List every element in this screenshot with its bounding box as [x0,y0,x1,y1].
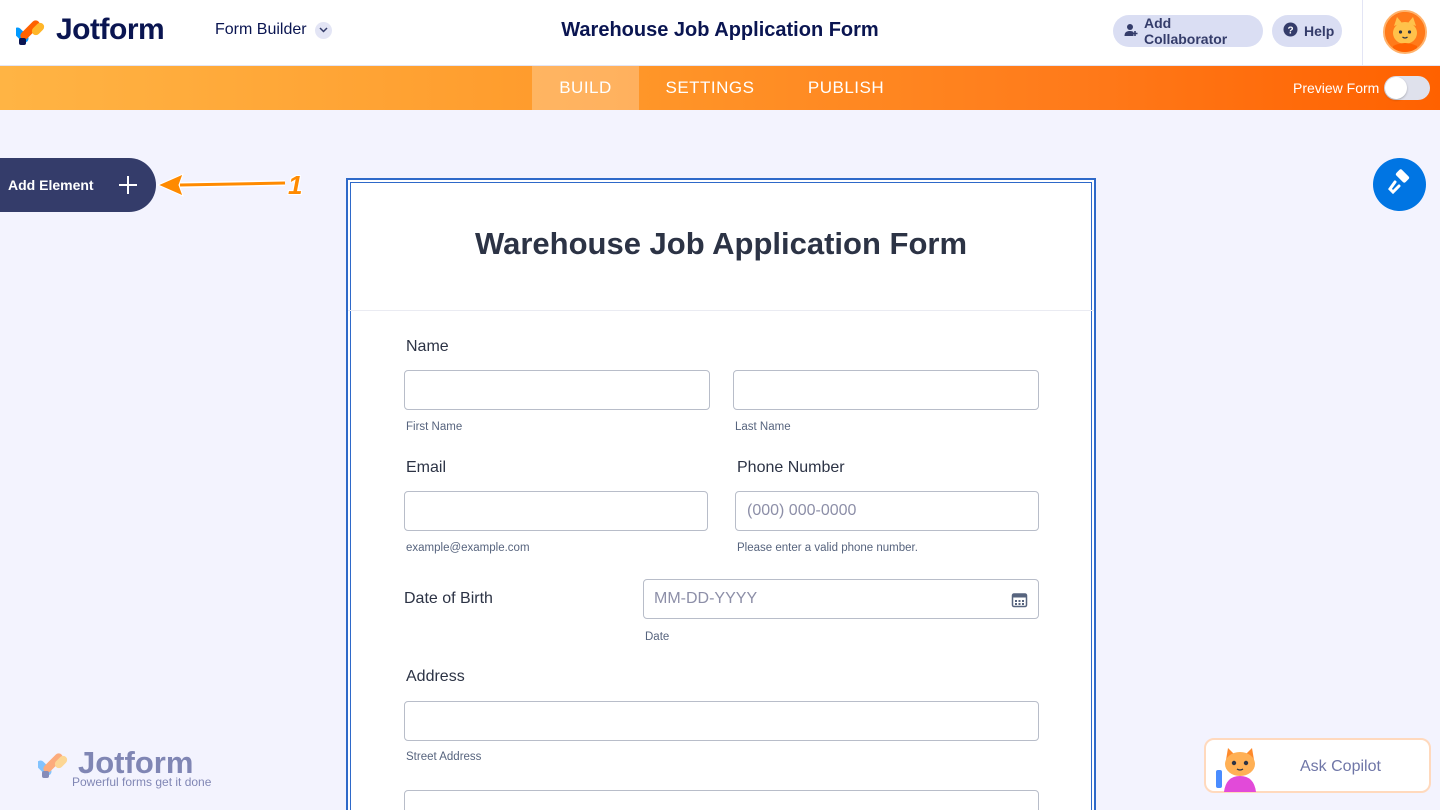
email-label: Email [406,459,447,476]
phone-sublabel: Please enter a valid phone number. [737,542,918,554]
jotform-logo-icon [36,747,70,784]
annotation-number: 1 [288,170,303,200]
dob-sublabel: Date [645,631,670,643]
street-address-sublabel: Street Address [406,751,482,763]
add-user-icon [1124,23,1138,40]
add-collaborator-label: Add Collaborator [1144,15,1228,47]
phone-label: Phone Number [737,459,845,476]
help-label: Help [1304,23,1335,39]
form-heading[interactable]: Warehouse Job Application Form [348,226,1094,262]
phone-input[interactable] [735,491,1039,531]
preview-form-label: Preview Form [1293,80,1380,96]
dob-input[interactable] [643,579,1039,619]
tab-settings[interactable]: SETTINGS [649,66,771,110]
svg-text:?: ? [1287,25,1293,36]
add-collaborator-button[interactable]: Add Collaborator [1113,15,1263,47]
first-name-sublabel: First Name [406,421,463,433]
calendar-icon[interactable] [1011,591,1028,608]
last-name-input[interactable] [733,370,1039,410]
header-form-title-text[interactable]: Warehouse Job Application Form [561,19,878,41]
copilot-cat-icon [1214,744,1266,797]
first-name-input[interactable] [404,370,710,410]
email-sublabel: example@example.com [406,542,530,554]
form-designer-button[interactable] [1373,158,1426,211]
paint-roller-icon [1387,169,1413,200]
ask-copilot-label: Ask Copilot [1300,758,1381,775]
preview-form-toggle[interactable] [1384,76,1430,100]
ask-copilot-button[interactable]: Ask Copilot [1204,738,1431,793]
address-label: Address [406,668,465,685]
name-label: Name [406,338,449,355]
last-name-sublabel: Last Name [735,421,791,433]
help-button[interactable]: ? Help [1272,15,1342,47]
email-input[interactable] [404,491,708,531]
footer-tagline: Powerful forms get it done [72,775,212,789]
street-address-line2-input[interactable] [404,790,1039,810]
form-header[interactable]: Warehouse Job Application Form [348,180,1094,311]
street-address-input[interactable] [404,701,1039,741]
dob-label: Date of Birth [404,590,493,607]
arrow-icon [156,173,286,197]
tab-publish[interactable]: PUBLISH [792,66,900,110]
header-divider [1362,0,1363,66]
avatar[interactable] [1383,10,1427,54]
tab-build[interactable]: BUILD [532,66,639,110]
help-icon: ? [1283,22,1298,40]
